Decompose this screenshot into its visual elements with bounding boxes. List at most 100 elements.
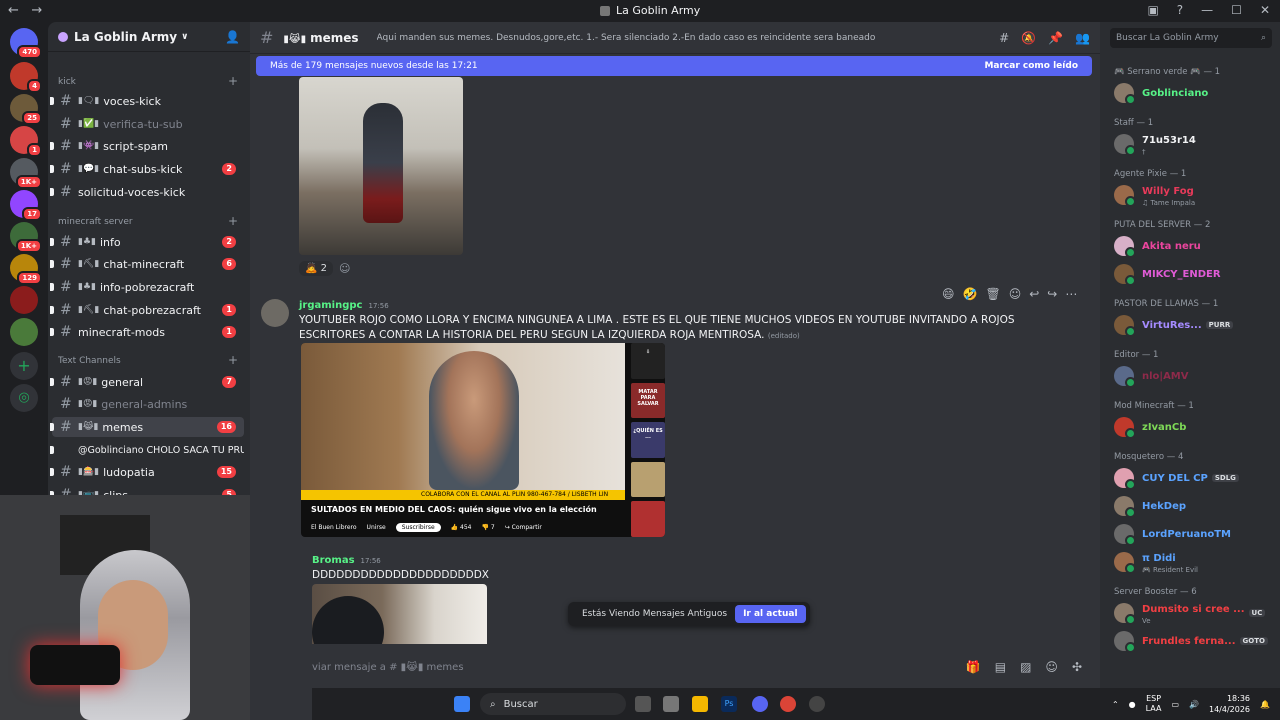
category-minecraft[interactable]: minecraft server [58, 217, 133, 227]
home-button[interactable]: 470 [10, 28, 42, 59]
minimize-icon[interactable]: — [1201, 3, 1213, 17]
search-input[interactable]: Buscar La Goblin Army ⌕ [1110, 28, 1272, 48]
channel-ludopatia[interactable]: # ▮🎰▮ ludopatia 15 [50, 462, 244, 482]
message-image[interactable] [299, 77, 463, 255]
channel-topic[interactable]: Aqui manden sus memes. Desnudos,gore,etc… [377, 33, 876, 43]
tray-icon[interactable]: ● [1129, 700, 1136, 709]
channel-general-admins[interactable]: # ▮😡▮ general-admins [52, 394, 244, 414]
channel-chat-minecraft[interactable]: # ▮⛏▮ chat-minecraft 6 [50, 254, 244, 274]
message-composer[interactable]: viar mensaje a # ▮😹▮ memes 🎁 ▤ ▨ ☺ ✣ [300, 652, 1090, 682]
emoji-icon[interactable]: 🤣 [963, 287, 978, 301]
notifications-icon[interactable]: 🔔 [1260, 700, 1270, 709]
emoji-icon[interactable]: 😄 [942, 287, 955, 301]
member-item[interactable]: VirtuRes... PURR [1114, 312, 1274, 338]
avatar[interactable] [261, 299, 289, 327]
chrome-icon[interactable] [780, 696, 796, 712]
create-channel-icon[interactable]: + [228, 353, 238, 367]
server-icon[interactable]: 25 [10, 94, 42, 125]
channel-general[interactable]: # ▮😡▮ general 7 [50, 372, 244, 392]
member-item[interactable]: HekDep [1114, 493, 1274, 519]
subscribe-button[interactable]: Suscribirse [395, 523, 441, 532]
add-reaction-icon[interactable]: ☺ [339, 262, 350, 275]
file-explorer-icon[interactable] [692, 696, 708, 712]
more-icon[interactable]: ⋯ [1065, 287, 1077, 301]
gift-icon[interactable]: 🎁 [966, 660, 981, 674]
video-embed[interactable]: COLABORA CON EL CANAL AL PLIN 980-467-78… [301, 343, 665, 537]
pin-icon[interactable]: 📌 [1048, 31, 1063, 45]
emoji-picker-icon[interactable]: ☺ [1045, 660, 1058, 674]
mute-icon[interactable]: 🔕 [1021, 31, 1036, 45]
maximize-icon[interactable]: ☐ [1231, 3, 1242, 17]
volume-icon[interactable]: 🔊 [1189, 700, 1199, 709]
language-indicator[interactable]: ESP LAA [1146, 694, 1162, 714]
inbox-icon[interactable]: ▣ [1147, 3, 1158, 17]
share-button[interactable]: ↪ Compartir [505, 524, 542, 531]
chevron-up-icon[interactable]: ⌃ [1112, 700, 1119, 709]
member-item[interactable]: Frundles ferna... GOTO [1114, 628, 1274, 654]
message-author[interactable]: jrgamingpc 17:56 [299, 300, 389, 311]
server-icon[interactable] [10, 318, 38, 346]
app-icon[interactable] [809, 696, 825, 712]
member-item[interactable]: π Didi 🎮 Resident Evil [1114, 549, 1274, 575]
history-nav[interactable]: ← → [8, 3, 42, 18]
message-input[interactable]: viar mensaje a # ▮😹▮ memes [312, 662, 464, 673]
channel-chat-subs-kick[interactable]: # ▮💬▮ chat-subs-kick 2 [50, 159, 244, 179]
member-item[interactable]: Goblinciano [1114, 80, 1274, 106]
add-reaction-icon[interactable]: ☺ [1009, 287, 1022, 301]
back-icon[interactable]: ← [8, 3, 19, 18]
create-channel-icon[interactable]: + [228, 74, 238, 88]
like-button[interactable]: 👍 454 [451, 524, 472, 531]
photoshop-icon[interactable]: Ps [721, 696, 737, 712]
threads-icon[interactable]: # [999, 31, 1009, 45]
close-icon[interactable]: ✕ [1260, 3, 1270, 17]
discover-icon[interactable]: ◎ [10, 384, 38, 412]
member-item[interactable]: nlo|AMV [1114, 363, 1274, 389]
server-icon[interactable]: 129 [10, 254, 42, 285]
suggestion-thumb[interactable] [631, 501, 665, 537]
suggestion-thumb[interactable]: ¿QUIÉN ES ... [631, 422, 665, 458]
apps-icon[interactable]: ✣ [1072, 660, 1082, 674]
channel-solicitud-voces-kick[interactable]: # solicitud-voces-kick [50, 182, 244, 202]
member-item[interactable]: LordPeruanoTM [1114, 521, 1274, 547]
message-image[interactable] [312, 584, 487, 644]
server-icon[interactable]: 4 [10, 62, 42, 93]
forward-icon[interactable]: → [31, 3, 42, 18]
task-view-icon[interactable] [635, 696, 651, 712]
members-icon[interactable]: 👥 [1075, 31, 1090, 45]
category-kick[interactable]: kick [58, 77, 76, 87]
server-icon[interactable]: 1 [10, 126, 42, 157]
gif-icon[interactable]: ▤ [995, 660, 1006, 674]
create-channel-icon[interactable]: + [228, 214, 238, 228]
reaction[interactable]: 🙇 2 [299, 261, 334, 276]
channel-voces-kick[interactable]: # ▮🗨▮ voces-kick [50, 91, 244, 111]
app-icon[interactable] [663, 696, 679, 712]
add-server-icon[interactable]: + [10, 352, 38, 380]
channel-verifica-tu-sub[interactable]: # ▮✅▮ verifica-tu-sub [52, 114, 244, 134]
help-icon[interactable]: ? [1177, 3, 1183, 17]
sticker-icon[interactable]: ▨ [1020, 660, 1031, 674]
new-messages-bar[interactable]: Más de 179 mensajes nuevos desde las 17:… [256, 56, 1092, 76]
emoji-icon[interactable]: 🗑 [985, 287, 1000, 301]
add-member-icon[interactable]: 👤 [225, 30, 240, 44]
member-item[interactable]: Akita neru [1114, 233, 1274, 259]
video-title[interactable]: SULTADOS EN MEDIO DEL CAOS: quién sigue … [311, 505, 597, 514]
member-item[interactable]: MIKCY_ENDER [1114, 261, 1274, 287]
member-item[interactable]: CUY DEL CP SDLG [1114, 465, 1274, 491]
jump-to-present-button[interactable]: Ir al actual [735, 605, 806, 623]
network-icon[interactable]: ▭ [1171, 700, 1179, 709]
video-channel[interactable]: El Buen Librero [311, 524, 357, 531]
channel-memes[interactable]: # ▮😹▮ memes 16 [50, 417, 244, 437]
forward-icon[interactable]: ↪ [1047, 287, 1057, 301]
member-item[interactable]: Willy Fog ♫ Tame Impala [1114, 182, 1274, 208]
channel-script-spam[interactable]: # ▮👾▮ script-spam [50, 136, 244, 156]
clock[interactable]: 18:36 14/4/2026 [1209, 693, 1250, 715]
member-item[interactable]: zIvanCb [1114, 414, 1274, 440]
channel-info[interactable]: # ▮♣▮ info 2 [50, 232, 244, 252]
channel-minecraft-mods[interactable]: # minecraft-mods 1 [50, 322, 244, 342]
member-item[interactable]: 71u53r14 † [1114, 131, 1274, 157]
taskbar-search[interactable]: ⌕ Buscar [480, 693, 626, 715]
server-icon[interactable] [10, 286, 38, 314]
reply-icon[interactable]: ↩ [1029, 287, 1039, 301]
discord-icon[interactable] [752, 696, 768, 712]
server-icon[interactable]: 17 [10, 190, 42, 221]
